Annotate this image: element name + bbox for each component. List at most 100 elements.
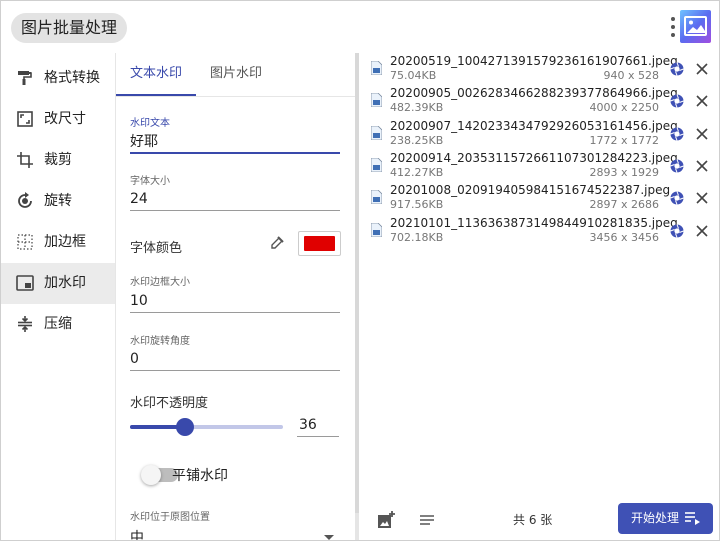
app-logo-icon [680,10,711,43]
file-row[interactable]: 20200905_0026283466288239377864966.jpeg … [359,85,719,117]
aperture-icon[interactable] [670,191,684,205]
close-icon[interactable] [695,224,709,238]
file-count-text: 共 6 张 [513,513,553,527]
border-size-label: 水印边框大小 [130,277,190,288]
file-size: 238.25KB [390,134,444,147]
sidebar-item-compress[interactable]: 压缩 [1,304,115,345]
font-color-swatch[interactable] [298,231,341,256]
file-row[interactable]: 20200519_1004271391579236161907661.jpeg … [359,53,719,85]
close-icon[interactable] [695,94,709,108]
file-dimensions: 3456 x 3456 [589,231,660,244]
file-name: 20200905_0026283466288239377864966.jpeg [390,86,678,100]
watermark-icon [16,275,34,291]
font-color-swatch-fill [304,236,335,251]
image-file-icon [371,158,382,172]
sidebar-item-format[interactable]: 格式转换 [1,58,115,99]
close-icon[interactable] [695,159,709,173]
file-dimensions: 2893 x 1929 [589,166,660,179]
list-icon[interactable] [419,512,435,528]
more-vert-icon[interactable] [669,17,677,39]
file-size: 702.18KB [390,231,444,244]
app-window: 图片批量处理 格式转换 改尺寸 裁剪 旋转 加边框 加水印 压缩 文本水印 图片… [0,0,720,541]
file-size: 75.04KB [390,69,437,82]
chevron-down-icon[interactable] [324,535,334,540]
tab-image-watermark[interactable]: 图片水印 [196,53,276,97]
sidebar-item-label: 格式转换 [44,70,100,86]
file-name: 20200519_1004271391579236161907661.jpeg [390,54,678,68]
format-paint-icon [18,71,32,85]
file-row[interactable]: 20200914_2035311572661107301284223.jpeg … [359,150,719,182]
file-name: 20200907_1420233434792926053161456.jpeg [390,119,678,133]
header: 图片批量处理 [1,1,719,53]
aperture-icon[interactable] [670,127,684,141]
position-label: 水印位于原图位置 [130,512,210,523]
sidebar-item-label: 加水印 [44,275,86,291]
aperture-icon[interactable] [670,94,684,108]
font-size-input[interactable] [130,187,340,211]
file-dimensions: 940 x 528 [603,69,660,82]
compress-icon [18,316,32,332]
file-row[interactable]: 20201008_020919405984151674522387.jpeg 9… [359,182,719,214]
file-list-panel: 20200519_1004271391579236161907661.jpeg … [359,53,719,540]
sidebar: 格式转换 改尺寸 裁剪 旋转 加边框 加水印 压缩 [1,53,115,540]
font-color-label: 字体颜色 [130,241,183,256]
file-name: 20210101_1136363873149844910281835.jpeg [390,216,678,230]
sidebar-item-label: 加边框 [44,234,86,250]
position-select-value[interactable]: 中 [130,527,144,540]
image-file-icon [371,190,382,204]
tab-text-watermark[interactable]: 文本水印 [116,53,196,97]
rotation-angle-input[interactable] [130,347,340,371]
sidebar-item-label: 旋转 [44,193,72,209]
tile-watermark-label: 平铺水印 [172,468,228,484]
close-icon[interactable] [695,127,709,141]
start-button-label: 开始处理 [631,511,680,525]
opacity-slider-thumb[interactable] [176,418,194,436]
border-size-input[interactable] [130,289,340,313]
color-picker-icon[interactable] [270,236,284,250]
rotation-angle-label: 水印旋转角度 [130,336,190,347]
sidebar-item-label: 改尺寸 [44,111,86,127]
border-icon [17,234,33,250]
file-dimensions: 2897 x 2686 [589,198,660,211]
close-icon[interactable] [695,191,709,205]
font-size-label: 字体大小 [130,176,170,187]
start-processing-button[interactable]: 开始处理 [618,503,713,534]
image-file-icon [371,126,382,140]
file-size: 482.39KB [390,101,444,114]
aperture-icon[interactable] [670,62,684,76]
file-dimensions: 4000 x 2250 [589,101,660,114]
switch-knob [141,465,161,485]
resize-icon [17,111,33,127]
opacity-slider-track[interactable] [130,425,283,429]
watermark-text-input[interactable] [130,130,340,154]
sidebar-item-rotate[interactable]: 旋转 [1,181,115,222]
bottom-action-bar: 共 6 张 开始处理 [359,499,719,540]
image-file-icon [371,61,382,75]
file-row[interactable]: 20200907_1420233434792926053161456.jpeg … [359,118,719,150]
image-file-icon [371,93,382,107]
aperture-icon[interactable] [670,224,684,238]
watermark-settings-panel: 文本水印 图片水印 水印文本 字体大小 字体颜色 水印边框大小 水印旋转角度 水… [116,53,357,540]
sidebar-item-resize[interactable]: 改尺寸 [1,99,115,140]
aperture-icon[interactable] [670,159,684,173]
playlist-play-icon [685,512,700,525]
file-row[interactable]: 20210101_1136363873149844910281835.jpeg … [359,215,719,247]
rotate-icon [18,192,32,208]
crop-icon [17,152,33,168]
sidebar-item-label: 压缩 [44,316,72,332]
opacity-label: 水印不透明度 [130,396,209,411]
tab-active-indicator [116,94,196,96]
app-title: 图片批量处理 [11,13,128,43]
watermark-text-label: 水印文本 [130,118,170,129]
file-name: 20201008_020919405984151674522387.jpeg [390,183,671,197]
sidebar-item-border[interactable]: 加边框 [1,222,115,263]
file-size: 412.27KB [390,166,444,179]
tab-bar: 文本水印 图片水印 [116,53,357,97]
opacity-value-input[interactable] [297,413,339,437]
close-icon[interactable] [695,62,709,76]
image-file-icon [371,223,382,237]
sidebar-item-watermark[interactable]: 加水印 [1,263,115,304]
sidebar-item-crop[interactable]: 裁剪 [1,140,115,181]
add-image-icon[interactable] [377,511,395,529]
file-dimensions: 1772 x 1772 [589,134,660,147]
